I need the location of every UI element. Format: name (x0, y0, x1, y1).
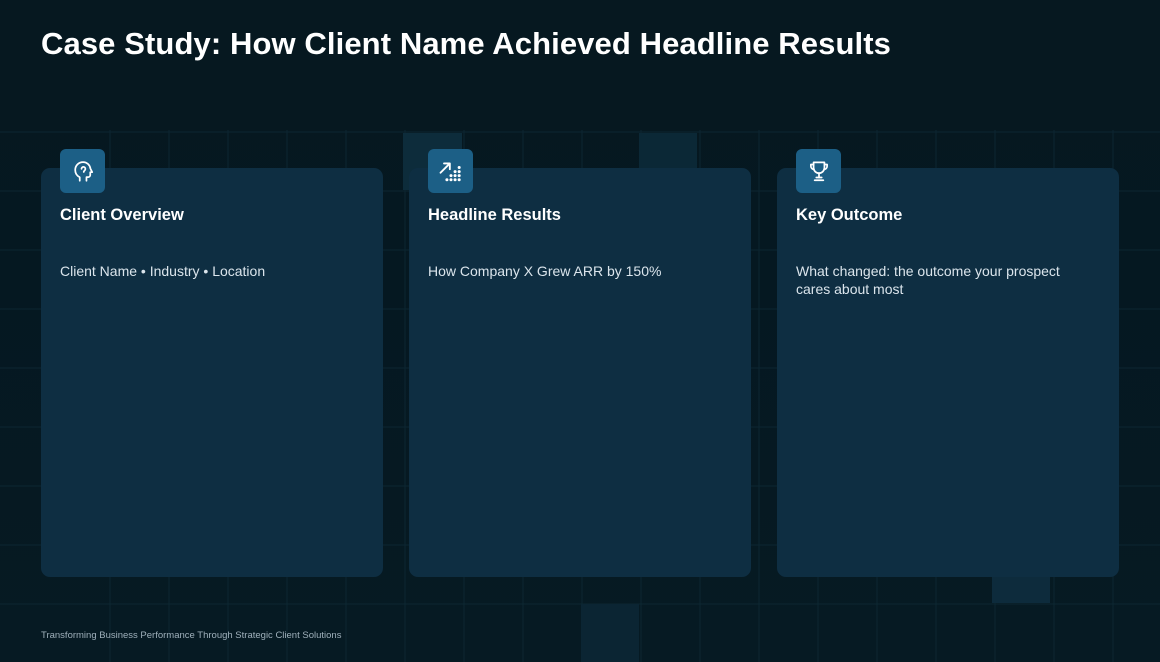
card-icon-tile (428, 149, 473, 193)
growth-chart-icon (439, 162, 461, 182)
page-title: Case Study: How Client Name Achieved Hea… (41, 26, 891, 61)
card-heading: Client Overview (60, 206, 184, 224)
card-icon-tile (796, 149, 841, 193)
footer-tagline: Transforming Business Performance Throug… (41, 630, 342, 641)
card-text: What changed: the outcome your prospect … (796, 263, 1060, 297)
card-client-overview: Client Overview Client Name • Industry •… (41, 149, 383, 577)
trophy-icon (809, 161, 828, 182)
card-heading: Headline Results (428, 206, 561, 224)
card-heading: Key Outcome (796, 206, 903, 224)
card-headline-results: Headline Results How Company X Grew ARR … (409, 149, 751, 577)
card-key-outcome: Key Outcome What changed: the outcome yo… (777, 149, 1119, 577)
card-text: How Company X Grew ARR by 150% (428, 263, 662, 279)
head-profile-icon (73, 161, 93, 182)
slide: Case Study: How Client Name Achieved Hea… (0, 0, 1160, 662)
card-icon-tile (60, 149, 105, 193)
card-text: Client Name • Industry • Location (60, 263, 266, 279)
